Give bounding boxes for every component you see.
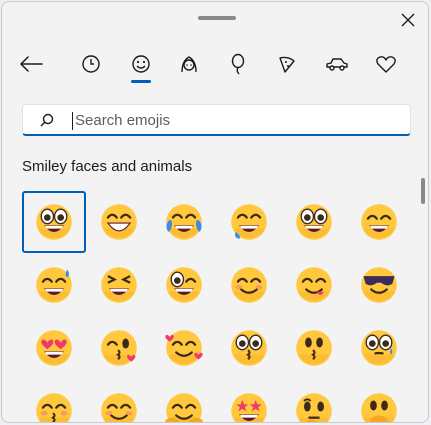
tab-celebrations-and-objects[interactable] [221,48,255,80]
emoji-hugging-face[interactable] [152,380,216,422]
search-input[interactable] [73,109,395,131]
back-button[interactable] [14,48,48,80]
emoji-thinking-face[interactable] [282,380,346,422]
tab-emoji[interactable] [124,48,158,80]
search-box[interactable] [22,104,411,136]
search-icon [40,113,54,127]
grinning-face-with-sweat-icon [36,267,72,303]
grinning-squinting-face-icon [101,267,137,303]
emoji-smiling-face-with-smiling-eyes[interactable] [217,254,281,316]
face-with-hand-over-mouth-icon [361,393,397,422]
grinning-face-icon [36,204,72,240]
balloon-icon [231,53,245,75]
tab-transportation-and-places[interactable] [320,48,354,80]
section-title: Smiley faces and animals [22,158,193,175]
thinking-face-icon [296,393,332,422]
emoji-grinning-face-with-big-eyes[interactable] [87,191,151,253]
rolling-on-the-floor-laughing-icon [231,204,267,240]
tab-people[interactable] [172,48,206,80]
star-struck-icon [231,393,267,422]
tab-recently-used[interactable] [74,48,108,80]
emoji-smiling-face-with-hearts[interactable] [152,317,216,379]
grinning-face-with-big-eyes-icon [101,204,137,240]
emoji-kissing-face-2[interactable] [282,317,346,379]
close-icon [401,13,415,27]
emoji-smiling-face-with-sunglasses[interactable] [347,254,411,316]
emoji-smiling-face-with-blush[interactable] [87,380,151,422]
face-blowing-a-kiss-icon [101,330,137,366]
drag-handle[interactable] [198,16,236,20]
back-arrow-icon [20,56,43,72]
emoji-face-blowing-a-kiss[interactable] [87,317,151,379]
hugging-face-icon [165,393,203,422]
emoji-face-with-hand-over-mouth[interactable] [347,380,411,422]
emoji-kissing-face-with-closed-eyes[interactable] [22,380,86,422]
smiling-face-with-hearts-icon [165,330,203,366]
emoji-grinning-face-with-sweat[interactable] [22,254,86,316]
kissing-face-with-smiling-eyes-icon [361,330,397,366]
emoji-grinning-face[interactable] [22,191,86,253]
emoji-kissing-face-with-smiling-eyes[interactable] [347,317,411,379]
smiling-face-with-blush-icon [101,393,137,422]
tab-food-and-plants[interactable] [270,48,304,80]
emoji-grinning-face-big-eyes-2[interactable] [282,191,346,253]
emoji-grinning-squinting-face[interactable] [87,254,151,316]
smiling-face-with-smiling-eyes-icon [231,267,267,303]
selected-tab-indicator [131,80,151,83]
scrollbar-thumb[interactable] [421,178,425,204]
smiling-face-with-heart-eyes-icon [36,330,72,366]
emoji-face-with-tears-of-joy[interactable] [152,191,216,253]
emoji-grinning-face-with-smiling-eyes[interactable] [347,191,411,253]
face-with-tears-of-joy-icon [166,204,202,240]
face-savoring-food-icon [296,267,332,303]
emoji-rolling-on-the-floor-laughing[interactable] [217,191,281,253]
winking-face-icon [166,267,202,303]
smiley-icon [132,55,150,73]
kissing-face-2-icon [296,330,332,366]
car-icon [326,58,348,71]
kissing-face-with-closed-eyes-icon [36,393,72,422]
emoji-star-struck[interactable] [217,380,281,422]
heart-icon [376,56,396,73]
tab-symbols[interactable] [369,48,403,80]
emoji-kissing-face[interactable] [217,317,281,379]
person-icon [181,56,197,73]
emoji-smiling-face-with-heart-eyes[interactable] [22,317,86,379]
kissing-face-icon [231,330,267,366]
emoji-face-savoring-food[interactable] [282,254,346,316]
smiling-face-with-sunglasses-icon [361,267,397,303]
grinning-face-with-smiling-eyes-icon [361,204,397,240]
pizza-icon [279,56,295,73]
emoji-panel: Smiley faces and animals [1,1,429,423]
clock-icon [82,55,100,73]
close-button[interactable] [396,8,420,32]
emoji-winking-face[interactable] [152,254,216,316]
grinning-face-big-eyes-2-icon [296,204,332,240]
